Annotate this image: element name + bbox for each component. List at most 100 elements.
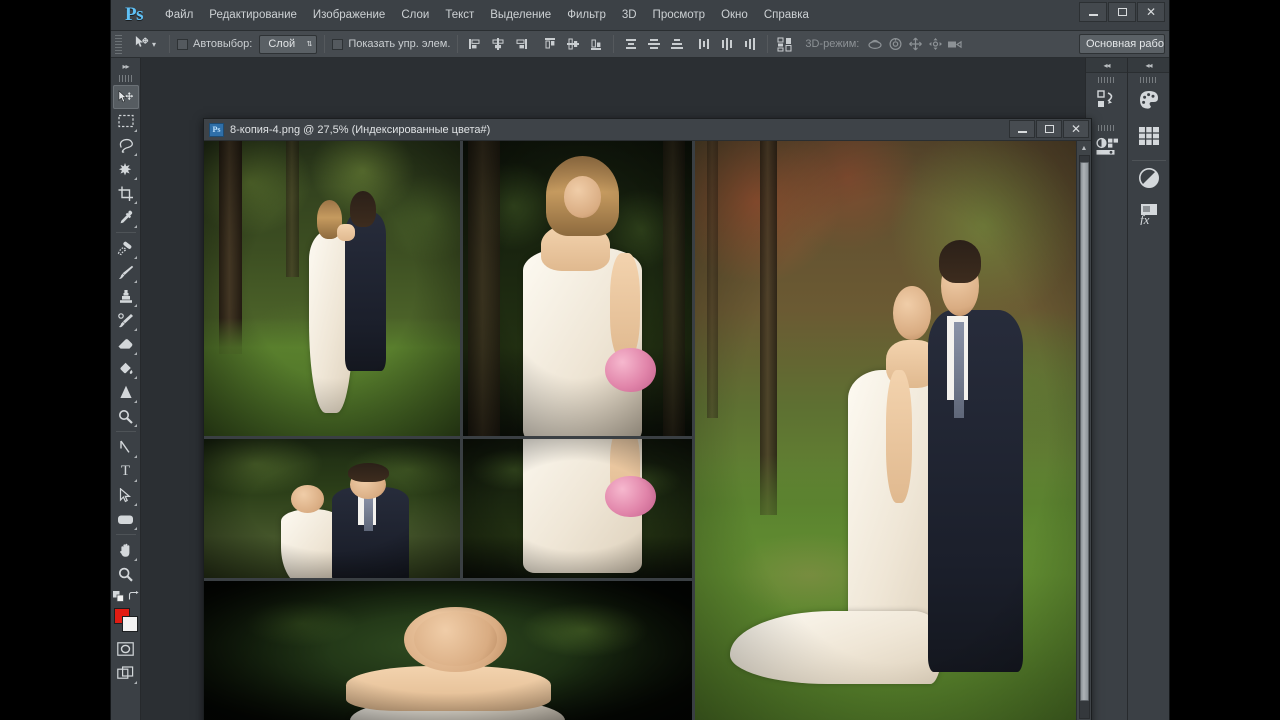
- photo-couple-full-length[interactable]: [695, 141, 1076, 720]
- rotate-3d-icon[interactable]: [865, 34, 885, 54]
- screen-mode-toggle[interactable]: [113, 661, 139, 685]
- tool-zoom[interactable]: [113, 562, 139, 586]
- color-swatches[interactable]: [113, 607, 139, 633]
- photo-bride-closeup[interactable]: [204, 581, 693, 720]
- align-top-edges-icon[interactable]: [540, 34, 560, 54]
- history-brush-icon: [117, 312, 134, 328]
- photo-bride-portrait-bouquet[interactable]: [463, 141, 693, 437]
- document-restore-button[interactable]: [1036, 120, 1062, 138]
- history-panel-button[interactable]: [1090, 85, 1124, 119]
- distribute-vertical-centers-icon[interactable]: [644, 34, 664, 54]
- roll-3d-icon[interactable]: [885, 34, 905, 54]
- tool-crop[interactable]: [113, 181, 139, 205]
- align-left-edges-icon[interactable]: [465, 34, 485, 54]
- align-vertical-centers-icon[interactable]: [563, 34, 583, 54]
- color-panel-button[interactable]: [1132, 85, 1166, 119]
- dock-left-grip[interactable]: [1097, 77, 1116, 83]
- canvas-vertical-scrollbar[interactable]: ▲ ▼ ◢: [1076, 141, 1091, 720]
- tool-hand[interactable]: [113, 538, 139, 562]
- menu-help[interactable]: Справка: [756, 5, 817, 25]
- dock-right-grip[interactable]: [1139, 77, 1158, 83]
- workspace-switcher-button[interactable]: Основная рабо: [1079, 34, 1165, 54]
- distribute-horizontal-centers-icon[interactable]: [717, 34, 737, 54]
- show-transform-controls-checkbox[interactable]: [332, 38, 344, 50]
- menu-filter[interactable]: Фильтр: [559, 5, 614, 25]
- align-horizontal-centers-icon[interactable]: [488, 34, 508, 54]
- document-title-bar[interactable]: Ps 8-копия-4.png @ 27,5% (Индексированны…: [204, 119, 1091, 141]
- document-title: 8-копия-4.png @ 27,5% (Индексированные ц…: [230, 123, 491, 136]
- image-canvas[interactable]: [204, 141, 1076, 720]
- dock-left-grip-2[interactable]: [1097, 125, 1116, 131]
- auto-select-checkbox[interactable]: [177, 38, 189, 50]
- slide-3d-icon[interactable]: [925, 34, 945, 54]
- photo-2-face-front: [564, 176, 601, 218]
- toolbox-collapse-button[interactable]: ▸▸: [111, 60, 141, 73]
- pan-3d-icon[interactable]: [905, 34, 925, 54]
- tool-history-brush[interactable]: [113, 308, 139, 332]
- tool-blur[interactable]: [113, 380, 139, 404]
- scrollbar-thumb[interactable]: [1079, 161, 1089, 702]
- auto-select-scope-value: Слой: [268, 38, 296, 50]
- scrollbar-track[interactable]: [1078, 155, 1090, 719]
- photo-bride-portrait-bouquet-lower[interactable]: [463, 439, 693, 579]
- menu-text[interactable]: Текст: [437, 5, 482, 25]
- distribute-top-edges-icon[interactable]: [621, 34, 641, 54]
- tool-brush[interactable]: [113, 260, 139, 284]
- photo-couple-smiling[interactable]: [204, 439, 461, 579]
- dock-left-collapse-button[interactable]: ◂◂: [1086, 58, 1127, 73]
- photo-2-arm: [609, 253, 640, 360]
- tool-preset-picker[interactable]: ▾: [128, 35, 162, 53]
- tool-spot-healing-brush[interactable]: [113, 236, 139, 260]
- align-bottom-edges-icon[interactable]: [586, 34, 606, 54]
- half-circle-icon: [1138, 167, 1160, 194]
- menu-layers[interactable]: Слои: [393, 5, 437, 25]
- tool-eraser[interactable]: [113, 332, 139, 356]
- tool-horizontal-type[interactable]: T: [113, 459, 139, 483]
- toolbox-grip[interactable]: [118, 75, 133, 82]
- tool-lasso[interactable]: [113, 133, 139, 157]
- tool-magic-wand[interactable]: [113, 157, 139, 181]
- tool-rectangular-marquee[interactable]: [113, 109, 139, 133]
- distribute-right-edges-icon[interactable]: [740, 34, 760, 54]
- menu-file[interactable]: Файл: [157, 5, 201, 25]
- auto-align-layers-icon[interactable]: [775, 34, 795, 54]
- app-maximize-button[interactable]: [1108, 2, 1136, 22]
- photo-5-vignette: [695, 141, 1076, 720]
- tool-move[interactable]: [112, 85, 139, 109]
- distribute-bottom-edges-icon[interactable]: [667, 34, 687, 54]
- distribute-left-edges-icon[interactable]: [694, 34, 714, 54]
- tool-clone-stamp[interactable]: [113, 284, 139, 308]
- show-transform-controls-label: Показать упр. элем.: [348, 38, 451, 50]
- document-minimize-button[interactable]: [1009, 120, 1035, 138]
- auto-select-scope-dropdown[interactable]: Слой ⇅: [259, 34, 318, 54]
- menu-image[interactable]: Изображение: [305, 5, 393, 25]
- menu-edit[interactable]: Редактирование: [201, 5, 305, 25]
- align-right-edges-icon[interactable]: [511, 34, 531, 54]
- scale-3d-icon[interactable]: [945, 34, 965, 54]
- tool-gradient[interactable]: [113, 356, 139, 380]
- swatches-panel-button[interactable]: [1132, 121, 1166, 155]
- styles-panel-button[interactable]: fx: [1132, 199, 1166, 233]
- tool-rectangle[interactable]: [113, 507, 139, 531]
- adjustments-panel-button[interactable]: [1090, 133, 1124, 167]
- swap-colors-icon[interactable]: [128, 590, 139, 604]
- menu-select[interactable]: Выделение: [482, 5, 559, 25]
- dock-right-collapse-button[interactable]: ◂◂: [1128, 58, 1169, 73]
- menu-window[interactable]: Окно: [713, 5, 756, 25]
- menu-view[interactable]: Просмотр: [645, 5, 714, 25]
- quick-mask-toggle[interactable]: [113, 637, 139, 661]
- tool-path-selection[interactable]: [113, 483, 139, 507]
- tool-pen[interactable]: [113, 435, 139, 459]
- photo-couple-embracing[interactable]: [204, 141, 461, 437]
- tool-dodge[interactable]: [113, 404, 139, 428]
- app-minimize-button[interactable]: [1079, 2, 1107, 22]
- background-color-swatch[interactable]: [121, 616, 138, 632]
- menu-3d[interactable]: 3D: [614, 5, 645, 25]
- adjustment-layer-button[interactable]: [1132, 163, 1166, 197]
- options-bar-grip[interactable]: [115, 34, 122, 54]
- document-close-button[interactable]: ✕: [1063, 120, 1089, 138]
- tool-eyedropper[interactable]: [113, 205, 139, 229]
- scroll-up-icon[interactable]: ▲: [1081, 143, 1088, 154]
- default-colors-icon[interactable]: [112, 590, 124, 604]
- app-close-button[interactable]: ✕: [1137, 2, 1165, 22]
